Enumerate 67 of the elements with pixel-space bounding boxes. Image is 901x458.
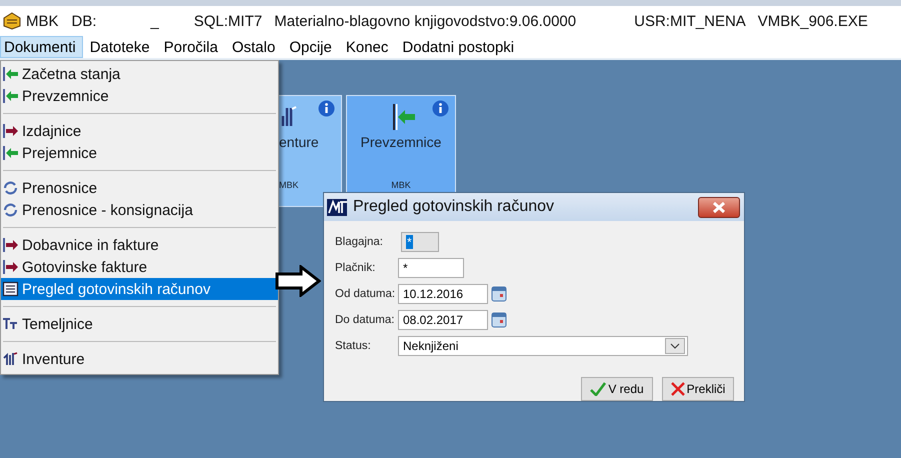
arrow-right-icon — [2, 238, 19, 252]
dropdown-item[interactable]: Izdajnice — [1, 120, 278, 142]
dropdown-item[interactable]: Prenosnice — [1, 177, 278, 199]
dropdown-item[interactable]: Prejemnice — [1, 142, 278, 164]
menu-item[interactable]: Datoteke — [82, 36, 157, 58]
field-label: Status: — [335, 340, 372, 352]
db-value: _ — [150, 12, 159, 30]
menu-item[interactable]: Konec — [338, 36, 396, 58]
inventory-icon — [2, 352, 19, 366]
tile-label: Prevzemnice — [360, 134, 442, 150]
refresh-icon — [2, 202, 19, 218]
inventory-icon — [281, 104, 297, 128]
dropdown-item[interactable]: Gotovinske fakture — [1, 256, 278, 278]
exe-name: VMBK_906.EXE — [758, 12, 868, 30]
close-button[interactable] — [698, 196, 740, 218]
input-field[interactable]: * — [401, 232, 439, 252]
product-version: Materialno-blagovno knjigovodstvo:9.06.0000 — [274, 12, 576, 30]
menu-item[interactable]: Dodatni postopki — [395, 36, 522, 58]
app-logo-icon — [3, 12, 21, 30]
tile-footer: MBK — [279, 180, 299, 190]
arrow-right-icon — [2, 124, 19, 138]
user-name: USR:MIT_NENA — [634, 12, 746, 30]
dropdown-item[interactable]: Inventure — [1, 348, 278, 370]
info-icon[interactable] — [432, 100, 449, 117]
arrow-right-icon — [2, 260, 19, 274]
field-label: Blagajna: — [335, 236, 384, 248]
cancel-button[interactable]: Prekliči — [662, 377, 734, 401]
list-icon — [2, 281, 19, 297]
app-name: MBK — [26, 12, 59, 30]
text-icon — [2, 317, 19, 331]
chevron-down-icon — [665, 338, 685, 354]
tile-footer: MBK — [391, 180, 411, 190]
close-icon — [712, 200, 726, 214]
refresh-icon — [2, 180, 19, 196]
input-field[interactable]: * — [398, 258, 464, 278]
date-field[interactable]: 08.02.2017 — [398, 310, 488, 330]
sql-server: SQL:MIT7 — [194, 12, 262, 30]
arrow-left-icon — [2, 89, 19, 103]
dropdown-item[interactable]: Začetna stanja — [1, 63, 278, 85]
menu-item[interactable]: Dokumenti — [0, 36, 83, 58]
checkmark-icon — [590, 382, 606, 396]
dropdown-item[interactable]: Dobavnice in fakture — [1, 234, 278, 256]
ok-button[interactable]: V redu — [581, 377, 653, 401]
menu-item[interactable]: Ostalo — [224, 36, 282, 58]
db-label: DB: — [72, 12, 97, 30]
menu-item[interactable]: Poročila — [156, 36, 225, 58]
field-label: Od datuma: — [335, 288, 396, 300]
dropdown-item[interactable]: Temeljnice — [1, 313, 278, 335]
menu-item[interactable]: Opcije — [282, 36, 339, 58]
field-label: Plačnik: — [335, 262, 376, 274]
calendar-icon[interactable] — [491, 286, 507, 302]
dropdown-item[interactable]: Prenosnice - konsignacija — [1, 199, 278, 221]
shortcut-tile[interactable]: enture MBK — [278, 95, 342, 207]
dropdown-item[interactable]: Prevzemnice — [1, 85, 278, 107]
calendar-icon[interactable] — [491, 312, 507, 328]
info-icon[interactable] — [318, 100, 335, 117]
date-field[interactable]: 10.12.2016 — [398, 284, 488, 304]
pointer-arrow-icon — [275, 265, 321, 297]
status-dropdown[interactable]: Neknjiženi — [398, 336, 688, 356]
close-icon — [670, 382, 685, 396]
arrow-left-icon — [2, 146, 19, 160]
dropdown-item[interactable]: Pregled gotovinskih računov — [1, 278, 278, 300]
arrow-left-icon — [2, 67, 19, 81]
arrow-left-icon — [391, 104, 417, 130]
tile-label: enture — [279, 134, 319, 150]
logo-icon — [327, 198, 347, 216]
field-label: Do datuma: — [335, 314, 396, 326]
